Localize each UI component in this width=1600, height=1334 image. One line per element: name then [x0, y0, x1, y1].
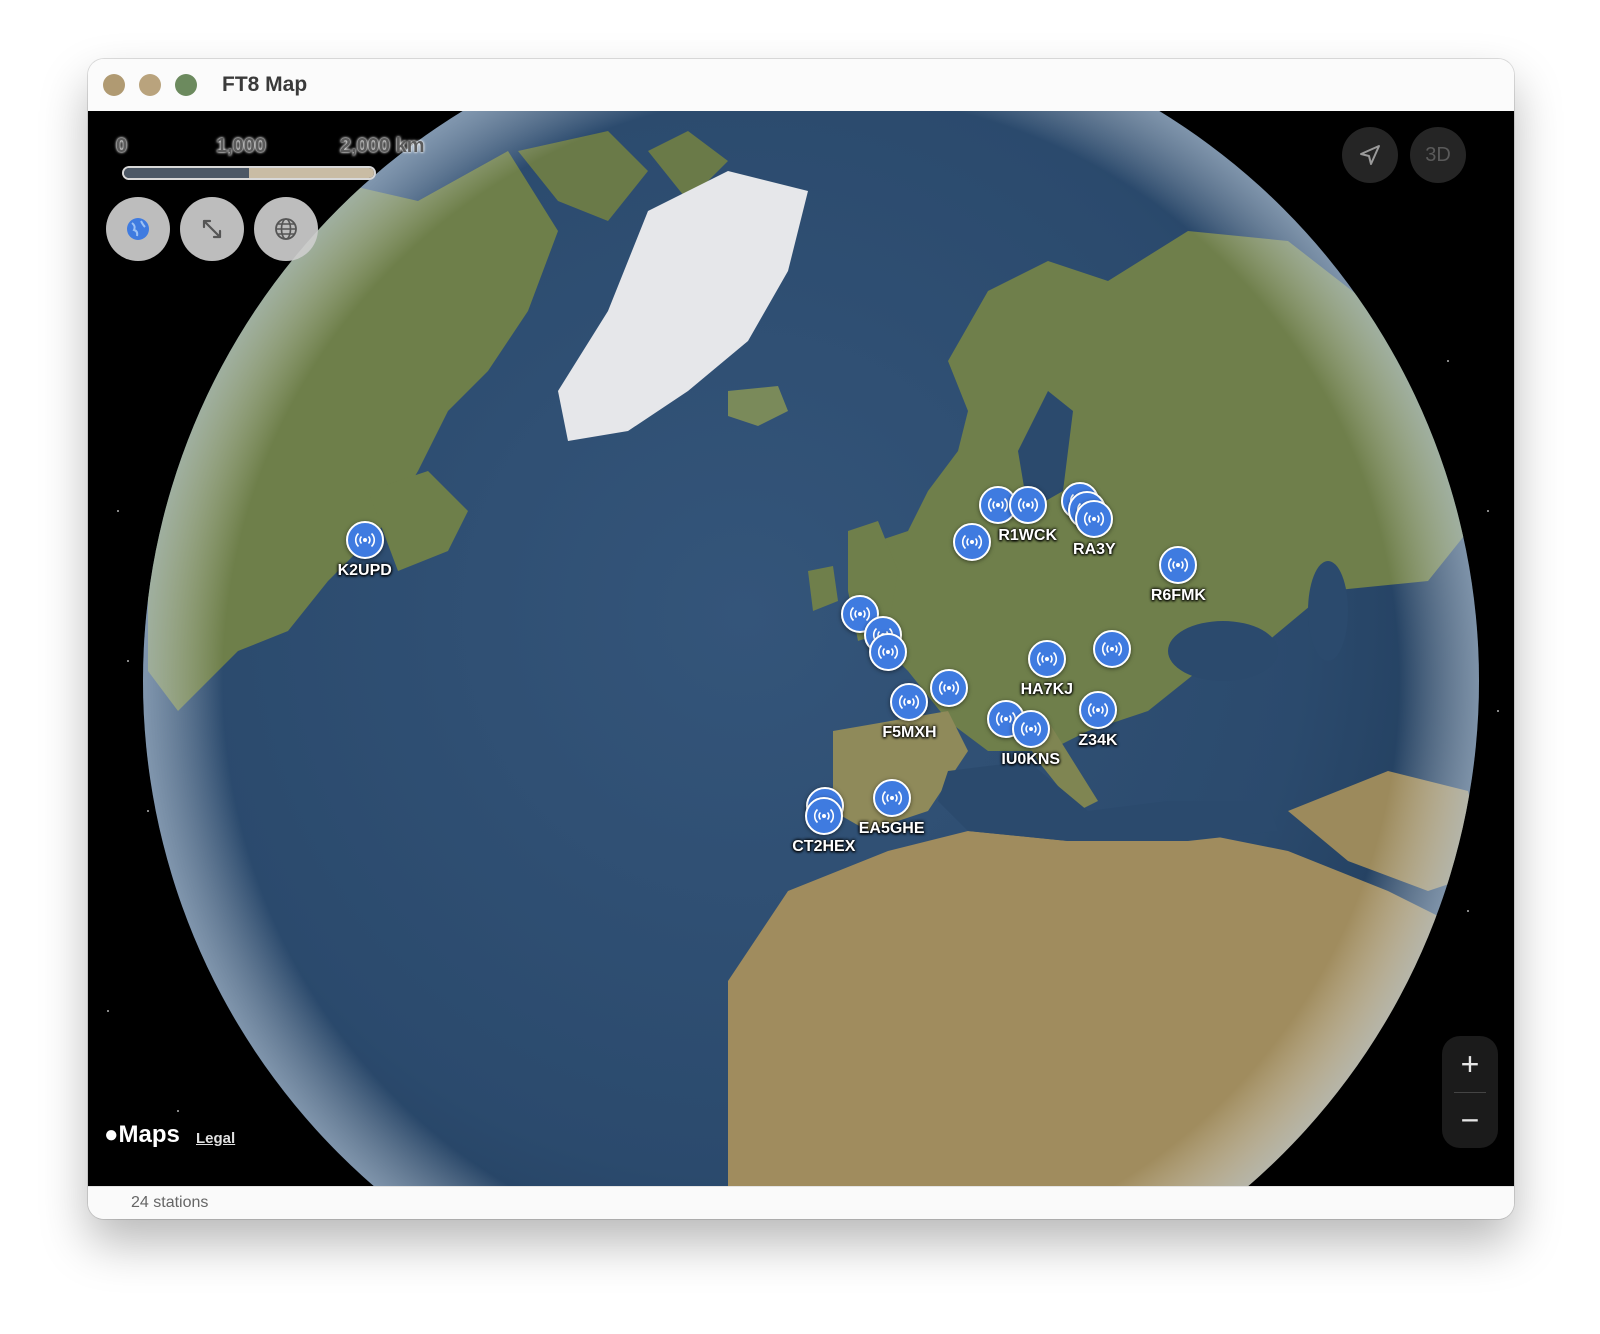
- station-callsign-label: EA5GHE: [858, 819, 925, 837]
- station-callsign-label: K2UPD: [337, 562, 392, 580]
- antenna-signal-icon: [961, 535, 982, 550]
- antenna-signal-icon: [939, 680, 960, 695]
- globe-grid-icon: [275, 218, 297, 240]
- station-callsign-label: IU0KNS: [1001, 750, 1061, 768]
- station-marker[interactable]: [1008, 486, 1047, 525]
- station-callsign-label: R1WCK: [998, 527, 1058, 545]
- maps-logo-text: Maps: [118, 1121, 180, 1148]
- station-callsign-label: RA3Y: [1073, 541, 1116, 559]
- globe-view-button[interactable]: [106, 197, 170, 261]
- station-marker[interactable]: [804, 797, 843, 836]
- scale-bar: [124, 168, 374, 178]
- station-marker[interactable]: [890, 682, 929, 721]
- legal-link[interactable]: Legal: [196, 1130, 235, 1147]
- station-callsign-label: CT2HEX: [792, 838, 856, 856]
- title-bar: FT8 Map: [88, 59, 1514, 112]
- station-callsign-label: R6FMK: [1150, 587, 1206, 605]
- zoom-in-button[interactable]: +: [1442, 1036, 1498, 1092]
- globe-map: [107, 111, 1499, 1186]
- station-marker[interactable]: [872, 778, 911, 817]
- antenna-signal-icon: [1168, 558, 1189, 573]
- station-marker[interactable]: [930, 668, 969, 707]
- network-globe-button[interactable]: [254, 197, 318, 261]
- antenna-signal-icon: [354, 533, 375, 548]
- antenna-signal-icon: [987, 498, 1008, 513]
- station-marker[interactable]: [952, 523, 991, 562]
- scale-label-end: 2,000 km: [340, 135, 425, 157]
- minimize-window-button[interactable]: [139, 74, 161, 96]
- station-callsign-label: HA7KJ: [1020, 681, 1074, 699]
- scale-label-start: 0: [116, 135, 128, 157]
- zoom-window-button[interactable]: [175, 74, 197, 96]
- antenna-signal-icon: [1084, 512, 1105, 527]
- close-window-button[interactable]: [103, 74, 125, 96]
- zoom-control: + −: [1442, 1036, 1498, 1148]
- antenna-signal-icon: [1087, 703, 1109, 718]
- antenna-signal-icon: [813, 809, 834, 824]
- station-marker[interactable]: [1011, 709, 1050, 748]
- scale-label-mid: 1,000: [216, 135, 267, 157]
- station-marker[interactable]: [1027, 640, 1066, 679]
- expand-arrows-icon: [202, 219, 222, 239]
- map-scale: 0 1,000 2,000 km: [116, 133, 456, 193]
- maps-logo: ●Maps: [104, 1121, 180, 1149]
- location-arrow-icon: [1360, 145, 1380, 165]
- antenna-signal-icon: [881, 790, 902, 805]
- apple-logo-icon: ●: [104, 1121, 119, 1148]
- app-window: FT8 Map 0 1,000 2,000 km 3D + − ●Maps Le…: [88, 59, 1514, 1219]
- map-view[interactable]: 0 1,000 2,000 km 3D + − ●Maps Legal K2UP…: [88, 111, 1514, 1186]
- station-callsign-label: Z34K: [1078, 732, 1118, 750]
- locate-button[interactable]: [1342, 127, 1398, 183]
- station-marker[interactable]: [869, 633, 908, 672]
- zoom-out-button[interactable]: −: [1442, 1092, 1498, 1148]
- expand-button[interactable]: [180, 197, 244, 261]
- status-bar: 24 stations: [88, 1186, 1514, 1219]
- mode-3d-button[interactable]: 3D: [1410, 127, 1466, 183]
- station-count: 24 stations: [131, 1194, 209, 1211]
- antenna-signal-icon: [1017, 498, 1038, 513]
- station-callsign-label: F5MXH: [882, 723, 937, 741]
- antenna-signal-icon: [1036, 652, 1057, 667]
- globe-filled-icon: [127, 218, 149, 240]
- antenna-signal-icon: [899, 694, 920, 709]
- window-title: FT8 Map: [222, 73, 308, 96]
- antenna-signal-icon: [1101, 642, 1123, 657]
- station-marker[interactable]: [345, 521, 384, 560]
- antenna-signal-icon: [877, 645, 899, 660]
- antenna-signal-icon: [1020, 721, 1041, 736]
